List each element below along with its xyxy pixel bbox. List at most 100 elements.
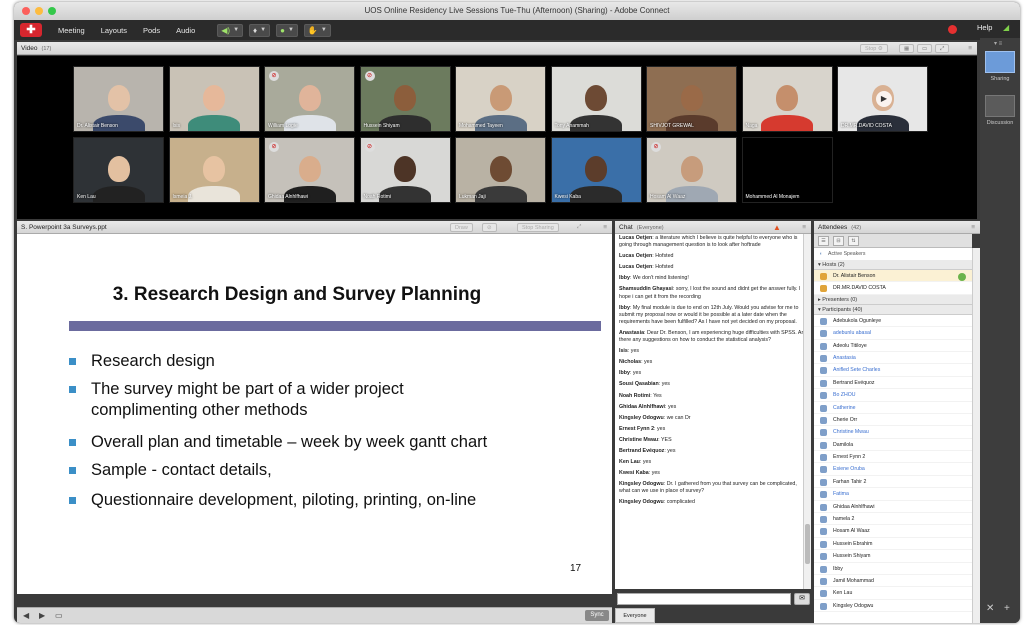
video-tile[interactable]: ⊘ Ghidaa Alnhlfhawi [264,137,355,203]
menu-pods[interactable]: Pods [143,26,160,35]
stop-sharing-button[interactable]: Stop Sharing [517,223,559,232]
participant-row[interactable]: Adeolu Titiloye [814,340,972,352]
add-layout-icon[interactable]: + [1004,603,1010,614]
sync-button[interactable]: Sync [585,610,609,621]
participant-row[interactable]: Hussein Shiyam [814,550,972,563]
layouts-menu-icon[interactable]: ▾ ≡ [994,40,1002,47]
participant-row[interactable]: Fatima [814,488,972,501]
speaker-icon: ◖ [819,251,823,257]
participant-row[interactable]: Bertrand Evéquoz [814,377,972,390]
video-tile[interactable]: Kwesi Kaba [550,137,642,203]
pod-menu-icon[interactable]: ≡ [802,221,806,234]
layout-sharing-label[interactable]: Sharing [980,76,1020,82]
video-tile[interactable]: Isis [168,66,260,132]
slide-list-icon[interactable]: ▭ [55,611,63,620]
video-tile[interactable]: ⊘ Hussein Shiyam [359,66,451,132]
previous-slide-icon[interactable]: ◀ [23,611,29,620]
webcam-button[interactable]: ● ▼ [276,23,298,37]
pod-menu-icon[interactable]: ≡ [971,221,975,234]
slide-canvas[interactable]: 3. Research Design and Survey Planning R… [17,234,612,594]
layout-discussion-thumb[interactable] [985,95,1015,117]
fullscreen-icon[interactable]: ⤢ [573,223,585,232]
pod-menu-icon[interactable]: ≡ [603,221,607,234]
participants-section[interactable]: ▾ Participants (40) [814,304,972,315]
video-tile[interactable]: ⊘ Noah Rotimi [359,137,451,203]
pod-menu-icon[interactable]: ≡ [968,42,972,55]
participant-row[interactable]: Esiene Oruba [814,463,972,476]
filmstrip-view-icon[interactable]: ▭ [917,44,933,53]
participant-row[interactable]: Jamil Mohammad [814,575,972,588]
video-tile[interactable]: SHIVJOT GREWAL [646,66,737,132]
participant-row[interactable]: Damilola [814,439,972,452]
play-icon[interactable]: ▶ [876,91,892,107]
participant-row[interactable]: Ghidaa Alnhlfhawi [814,501,972,514]
next-slide-icon[interactable]: ▶ [39,611,45,620]
host-row[interactable]: Dr. Alistair Benson [814,270,972,283]
video-tile[interactable]: Mohammed Al Monajem [741,137,833,203]
send-message-button[interactable]: ✉ [794,593,810,605]
attendee-scrollbar[interactable] [972,248,980,623]
microphone-button[interactable]: ♦ ▼ [249,23,271,37]
raise-hand-button[interactable]: ✋ ▼ [303,23,331,37]
participant-row[interactable]: Anastasia [814,352,972,365]
attendee-toolbar: ☰ ⊟ ⇅ [814,234,972,248]
fullscreen-icon[interactable]: ⤢ [935,44,950,53]
chat-input[interactable] [617,593,791,605]
presenters-section[interactable]: ▸ Presenters (0) [814,294,972,305]
participant-row[interactable]: Hosam Al Waaz [814,525,972,538]
menu-meeting[interactable]: Meeting [58,26,85,35]
recording-indicator-icon[interactable] [948,25,957,34]
list-view-icon[interactable]: ☰ [818,236,829,246]
participant-row[interactable]: Farhan Tahir 2 [814,476,972,489]
video-tile[interactable]: Dr. Alistair Benson [73,66,164,132]
stop-video-button[interactable]: Stop ⚙ [860,44,888,53]
participant-icon [820,416,827,424]
participant-row[interactable]: hamela 2 [814,513,972,526]
video-tile[interactable]: Tony Anammah [550,66,642,132]
menu-layouts[interactable]: Layouts [101,26,127,35]
scrollbar-thumb[interactable] [805,524,810,564]
participant-row[interactable]: Ernest Fynn 2 [814,451,972,464]
participant-row[interactable]: Kingsley Odogwu [814,600,972,613]
video-tile[interactable]: Ken Lau [73,137,164,203]
video-tile[interactable]: ⊘ Hosam Al Waaz [646,137,737,203]
participant-row[interactable]: Christine Mwau [814,426,972,439]
participant-row[interactable]: Ibby [814,563,972,575]
minimize-window-button[interactable] [35,7,43,15]
video-tile[interactable]: Ismeia J. [168,137,260,203]
host-row[interactable]: DR.MR.DAVID COSTA [814,282,972,295]
bullet-square-icon [69,467,76,474]
pointer-icon[interactable]: ⊘ [482,223,497,232]
participant-row[interactable]: adebunlu abasal [814,327,972,340]
participant-row[interactable]: Ken Lau [814,587,972,600]
layout-discussion-label[interactable]: Discussion [980,120,1020,126]
participant-row[interactable]: Cherie Orr [814,414,972,427]
zoom-window-button[interactable] [48,7,56,15]
chat-log[interactable]: Lucas Oetjen: a literature which I belie… [615,234,811,589]
chat-text: yes [642,459,652,466]
participant-row[interactable]: Catherine [814,402,972,414]
participant-row[interactable]: Hussein Ebrahim [814,538,972,551]
layout-tools-icon[interactable]: ✕ [986,603,994,614]
participant-row[interactable]: Anifled Sete Charles [814,364,972,377]
close-window-button[interactable] [22,7,30,15]
chat-scrollbar[interactable] [803,234,811,589]
draw-button[interactable]: Draw [450,223,473,232]
participant-row[interactable]: Adebukola Ogunleye [814,315,972,328]
sort-icon[interactable]: ⇅ [848,236,859,246]
video-tile[interactable]: Lukman Jaji [455,137,546,203]
help-menu[interactable]: Help [977,23,992,32]
video-tile[interactable]: ⊘ William Logie [264,66,355,132]
layout-sharing-thumb[interactable] [985,51,1015,73]
status-view-icon[interactable]: ⊟ [833,236,844,246]
hosts-section[interactable]: ▾ Hosts (2) [814,260,972,270]
chat-tab-everyone[interactable]: Everyone [615,608,655,623]
speaker-button[interactable]: ◀) ▼ [217,23,244,37]
menu-audio[interactable]: Audio [176,26,195,35]
grid-view-icon[interactable]: ▦ [899,44,915,53]
video-tile[interactable]: ▶ DR.MR.DAVID COSTA [837,66,928,132]
participant-row[interactable]: Bo ZHOU [814,389,972,402]
video-tile[interactable]: Mohammed Tayeen [455,66,546,132]
chat-sender: Noah Rotimi [619,392,651,399]
video-tile[interactable]: Naga [741,66,833,132]
